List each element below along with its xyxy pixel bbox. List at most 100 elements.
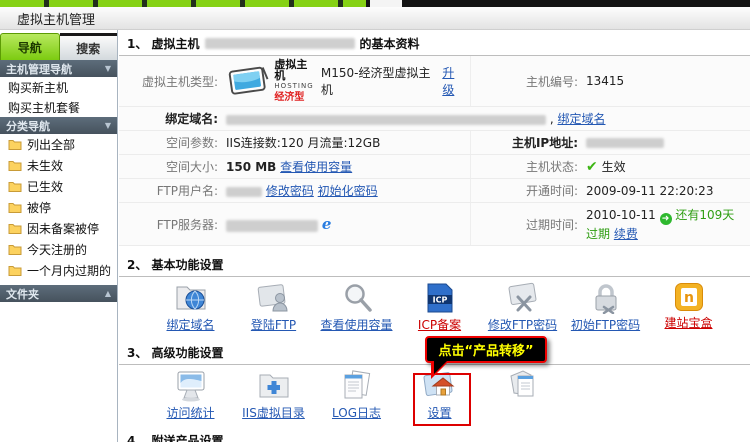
folder-icon [8,181,22,192]
sidebar-item-active[interactable]: 已生效 [0,176,117,197]
expire-time-label: 过期时间: [470,203,582,246]
redacted-host-name [205,38,355,49]
sitebox-icon: n [674,282,704,312]
tab-strip-green-segments [0,0,366,7]
space-params-value: IIS连接数:120 月流量:12GB [222,131,470,155]
tab-navigation[interactable]: 导航 [0,33,60,60]
space-size-value: 150 MB [226,160,276,174]
renew-link[interactable]: 续费 [614,227,638,241]
top-tab-strip [0,0,750,7]
host-type-label: 虚拟主机类型: [119,56,222,107]
redacted-ip [586,138,664,148]
redacted-ftp-user [226,187,262,197]
sidebar-item-expiring-month[interactable]: 一个月内过期的 [0,260,117,281]
table-row: 绑定域名: , 绑定域名 [119,107,750,131]
sidebar-item-list-all[interactable]: 列出全部 [0,134,117,155]
bind-domain-link[interactable]: 绑定域名 [557,112,605,126]
callout-tail [434,361,447,374]
check-icon: ✔ [586,159,598,175]
sidebar-item-registered-today[interactable]: 今天注册的 [0,239,117,260]
feature-iis-virtual-dir[interactable]: IIS虚拟目录 [232,370,315,421]
hosting-laptop-icon [226,63,270,99]
main-content: 1、 虚拟主机 的基本资料 虚拟主机类型: [119,30,750,442]
expire-date: 2010-10-11 [586,208,656,222]
domain-label: 绑定域名: [119,107,222,131]
tab-strip-active-segment [370,0,402,7]
open-time-value: 2009-09-11 22:20:23 [582,179,750,203]
callout-bubble: 点击“产品转移” [425,336,547,363]
table-row: FTP服务器: e 过期时间: 2010-10-11 ➜ 还有109天过期 续费 [119,203,750,246]
space-params-label: 空间参数: [119,131,222,155]
svg-text:ICP: ICP [432,296,447,305]
section-label: 主机管理导航 [6,61,72,77]
sidebar-item-buy-new-host[interactable]: 购买新主机 [0,77,117,97]
feature-init-ftp-password[interactable]: 初始FTP密码 [564,282,647,333]
monitor-icon [173,370,209,402]
change-password-link[interactable]: 修改密码 [266,184,314,198]
section2-title: 2、 基本功能设置 [119,251,750,277]
table-row: FTP用户名: 修改密码 初始化密码 开通时间: 2009-09-11 22:2… [119,179,750,203]
table-row: 空间参数: IIS连接数:120 月流量:12GB 主机IP地址: [119,131,750,155]
feature-login-ftp[interactable]: 登陆FTP [232,282,315,333]
sidebar-item-suspended-no-icp[interactable]: 因未备案被停 [0,218,117,239]
padlock-icon [590,282,622,314]
host-id-value: 13415 [582,56,750,107]
host-status-label: 主机状态: [470,155,582,179]
tools-icon [505,282,541,314]
feature-bind-domain[interactable]: 绑定域名 [149,282,232,333]
host-id-label: 主机编号: [470,56,582,107]
feature-change-ftp-password[interactable]: 修改FTP密码 [481,282,564,333]
sidebar: 导航 搜索 主机管理导航 ▼ 购买新主机 购买主机套餐 分类导航 ▼ 列出全部 … [0,30,118,442]
redacted-ftp-server [226,220,318,232]
host-type-value: M150-经济型虚拟主机 [321,64,438,98]
icp-icon: ICP [425,282,455,314]
page-title: 虚拟主机管理 [0,7,750,30]
host-info-table: 虚拟主机类型: 虚拟主机 HOST [119,56,750,246]
section-folders[interactable]: 文件夹 ▲ [0,285,117,302]
feature-hidden-by-callout[interactable] [481,370,564,421]
feature-visit-stats[interactable]: 访问统计 [149,370,232,421]
redacted-domain [226,115,546,125]
folder-icon [8,223,22,234]
space-size-label: 空间大小: [119,155,222,179]
section1-title: 1、 虚拟主机 的基本资料 [119,30,750,56]
green-arrow-icon: ➜ [660,213,672,225]
internet-explorer-icon[interactable]: e [322,215,332,233]
folder-icon [8,139,22,150]
ftp-server-label: FTP服务器: [119,203,222,246]
table-row: 虚拟主机类型: 虚拟主机 HOST [119,56,750,107]
table-row: 空间大小: 150 MB 查看使用容量 主机状态: ✔ 生效 [119,155,750,179]
domain-bind-icon [173,282,209,314]
basic-features-grid: 绑定域名 登陆FTP 查看使用容量 [149,277,750,333]
host-ip-label: 主机IP地址: [470,131,582,155]
ftp-user-label: FTP用户名: [119,179,222,203]
section-label: 分类导航 [6,118,50,134]
feature-icp-record[interactable]: ICP ICP备案 [398,282,481,333]
svg-text:n: n [684,290,694,306]
product-transfer-highlight-box [413,373,471,426]
sidebar-item-not-active[interactable]: 未生效 [0,155,117,176]
folder-icon [8,244,22,255]
upgrade-link[interactable]: 升级 [442,64,465,98]
sidebar-item-buy-host-package[interactable]: 购买主机套餐 [0,97,117,117]
ftp-login-icon [256,282,292,314]
section-category-nav[interactable]: 分类导航 ▼ [0,117,117,134]
chevron-down-icon: ▼ [105,64,111,73]
feature-view-usage[interactable]: 查看使用容量 [315,282,398,333]
callout-text: 点击“产品转移” [438,340,533,359]
magnifier-icon [339,282,375,314]
tab-search[interactable]: 搜索 [60,33,118,60]
section-host-management-nav[interactable]: 主机管理导航 ▼ [0,60,117,77]
feature-site-builder-box[interactable]: n 建站宝盒 [647,282,730,333]
host-status-value: 生效 [602,160,626,174]
folder-icon [8,202,22,213]
init-password-link[interactable]: 初始化密码 [318,184,378,198]
folder-icon [8,160,22,171]
feature-log[interactable]: LOG日志 [315,370,398,421]
view-usage-link[interactable]: 查看使用容量 [280,160,352,174]
folder-icon [8,265,22,276]
open-time-label: 开通时间: [470,179,582,203]
sidebar-item-suspended[interactable]: 被停 [0,197,117,218]
chevron-up-icon: ▲ [105,289,111,298]
section-label: 文件夹 [6,286,39,302]
